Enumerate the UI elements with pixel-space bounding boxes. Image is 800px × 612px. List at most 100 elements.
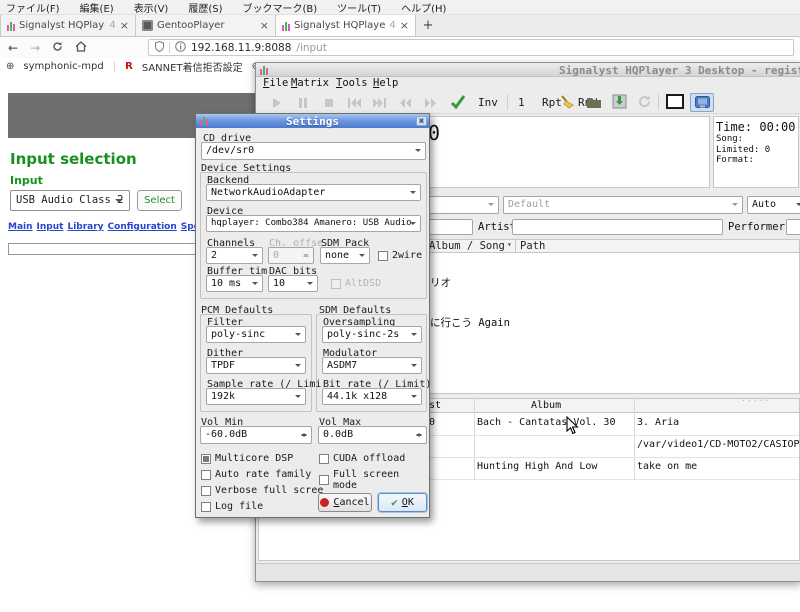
cell-album[interactable]: Hunting High And Low [477, 461, 597, 472]
dac-bits-combo[interactable]: 10 [268, 275, 318, 292]
tab-close-icon[interactable]: × [260, 19, 269, 32]
apply-check-icon[interactable] [449, 93, 467, 114]
display-mode-button[interactable] [690, 93, 714, 112]
menu-file[interactable]: ファイル(F) [6, 0, 60, 15]
cell-song[interactable]: take on me [637, 461, 697, 472]
menu-matrix[interactable]: Matrix [291, 77, 329, 89]
tree-row[interactable]: に行こう Again [430, 315, 510, 330]
performer-field[interactable] [786, 219, 800, 235]
previous-track-icon[interactable] [346, 95, 362, 114]
menu-help[interactable]: ヘルプ(H) [401, 0, 446, 15]
modulator-combo[interactable]: ASDM7 [322, 357, 422, 374]
play-icon[interactable] [270, 95, 284, 114]
time-label: Time: [716, 120, 752, 134]
home-icon[interactable] [75, 41, 87, 55]
stop-icon[interactable] [322, 95, 336, 114]
bookmark-symphonic-mpd[interactable]: symphonic-mpd [23, 61, 103, 72]
full-screen-mode-checkbox[interactable]: Full screen mode [319, 469, 429, 491]
cd-drive-combo[interactable]: /dev/sr0 [201, 142, 426, 160]
tab-close-icon[interactable]: × [120, 19, 129, 32]
log-file-checkbox[interactable]: Log file [201, 501, 263, 512]
reload-icon[interactable] [52, 41, 63, 55]
fullscreen-monitor-icon[interactable] [666, 94, 684, 113]
sample-rate-combo[interactable]: 192k [206, 388, 306, 405]
pcm-filter-combo[interactable]: poly-sinc [206, 326, 306, 343]
tree-row[interactable]: リオ [430, 275, 451, 290]
ok-button[interactable]: ✔ OK [378, 493, 427, 512]
table-col-album[interactable]: Album [531, 400, 561, 411]
tab-gentooplayer[interactable]: GentooPlayer × [136, 15, 276, 36]
cell-album[interactable]: Bach - Cantatas Vol. 30 [477, 417, 615, 428]
clear-playlist-icon[interactable] [559, 94, 575, 114]
bit-rate-combo[interactable]: 44.1k x128 [322, 388, 422, 405]
device-value: hqplayer: Combo384 Amanero: USB Audio [211, 218, 411, 228]
input-device-select[interactable]: USB Audio Class 2 [10, 190, 130, 211]
column-divider[interactable] [515, 240, 516, 254]
tab-hqplayer-2[interactable]: Signalyst HQPlayer 4 × [276, 15, 416, 36]
open-folder-icon[interactable] [586, 94, 602, 113]
mouse-cursor [566, 416, 579, 439]
oversampling-combo[interactable]: poly-sinc-2s [322, 326, 422, 343]
vol-max-spinner[interactable]: 0.0dB [318, 426, 427, 444]
altdsd-checkbox[interactable]: AltDSD [331, 278, 381, 289]
tab-hqplayer-1[interactable]: Signalyst HQPlayer 4 × [0, 15, 136, 36]
cancel-button[interactable]: Cancel [318, 493, 372, 512]
hqplayer-titlebar[interactable]: Signalyst HQPlayer 3 Desktop - register [256, 63, 800, 77]
channels-combo[interactable]: 2 [206, 247, 263, 264]
link-input[interactable]: Input [37, 222, 64, 232]
sample-rate-value: 192k [211, 391, 235, 402]
menu-view[interactable]: 表示(V) [134, 0, 169, 15]
forward-button[interactable]: → [30, 41, 40, 55]
cuda-offload-checkbox[interactable]: CUDA offload [319, 453, 405, 464]
tree-col-album-song[interactable]: Album / Song [429, 240, 505, 252]
buffer-time-combo[interactable]: 10 ms [206, 275, 263, 292]
shield-icon[interactable] [155, 41, 164, 55]
close-icon[interactable]: × [416, 116, 427, 126]
auto-rate-family-checkbox[interactable]: Auto rate family [201, 469, 311, 480]
repeat-one-button[interactable]: 1 [518, 96, 525, 109]
invert-button[interactable]: Inv [478, 96, 498, 109]
pause-icon[interactable] [296, 95, 310, 114]
table-col-artist-partial[interactable]: st [429, 400, 441, 411]
url-bar[interactable]: 192.168.11.9:8088/input [148, 39, 794, 56]
cell-song[interactable]: 3. Aria [637, 417, 679, 428]
sdm-pack-combo[interactable]: none [320, 247, 370, 264]
vol-min-spinner[interactable]: -60.0dB [200, 426, 312, 444]
bookmark-sannet[interactable]: SANNET着信拒否設定 [142, 59, 243, 74]
auto-combo[interactable]: Auto [747, 196, 800, 214]
device-combo[interactable]: hqplayer: Combo384 Amanero: USB Audio [206, 215, 421, 232]
menu-edit[interactable]: 編集(E) [80, 0, 114, 15]
menu-history[interactable]: 履歴(S) [188, 0, 222, 15]
cell-path[interactable]: /var/video1/CD-MOTO2/CASIOPEA/20 [637, 439, 800, 450]
artist-field[interactable] [512, 219, 723, 235]
tree-col-path[interactable]: Path [520, 240, 545, 252]
rewind-icon[interactable] [398, 95, 412, 114]
save-icon[interactable] [612, 94, 627, 113]
menu-tools[interactable]: Tools [336, 77, 368, 89]
select-button[interactable]: Select [137, 190, 182, 211]
info-icon[interactable] [175, 41, 186, 55]
preset-combo[interactable]: Default [503, 196, 743, 214]
next-track-icon[interactable] [372, 95, 388, 114]
menu-tools[interactable]: ツール(T) [337, 0, 381, 15]
multicore-dsp-checkbox[interactable]: Multicore DSP [201, 453, 293, 464]
splitter-handle-icon[interactable]: ····· [741, 396, 770, 405]
2wire-checkbox[interactable]: 2wire [378, 250, 422, 261]
menu-file[interactable]: File [263, 77, 288, 89]
refresh-icon[interactable] [637, 94, 652, 113]
new-tab-button[interactable]: + [416, 15, 440, 36]
channel-offset-value: 0 [273, 250, 279, 261]
link-main[interactable]: Main [8, 222, 33, 232]
dither-combo[interactable]: TPDF [206, 357, 306, 374]
fast-forward-icon[interactable] [424, 95, 438, 114]
menu-help[interactable]: Help [373, 77, 398, 89]
tab-close-icon[interactable]: × [400, 19, 409, 32]
channel-offset-spinner[interactable]: 0 [268, 247, 314, 264]
settings-titlebar[interactable]: Settings × [196, 114, 429, 128]
menu-bookmarks[interactable]: ブックマーク(B) [243, 0, 318, 15]
link-library[interactable]: Library [67, 222, 103, 232]
link-configuration[interactable]: Configuration [108, 222, 177, 232]
back-button[interactable]: ← [8, 41, 18, 55]
verbose-checkbox[interactable]: Verbose full scree [201, 485, 323, 496]
backend-combo[interactable]: NetworkAudioAdapter [206, 184, 421, 201]
